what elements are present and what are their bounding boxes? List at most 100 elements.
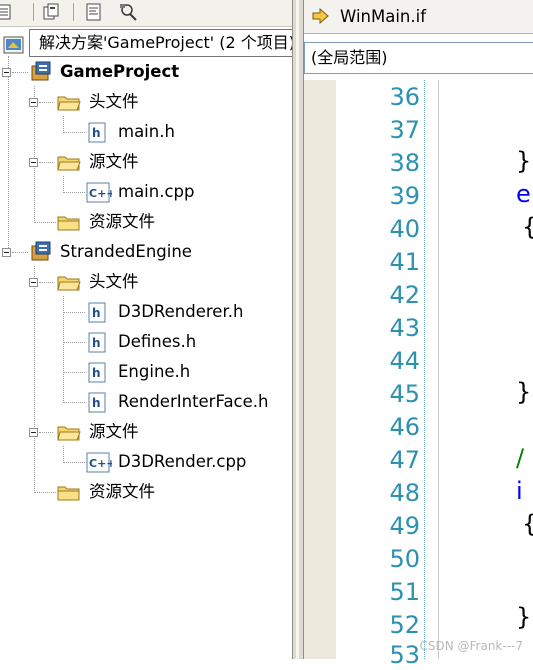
svg-text:h: h xyxy=(92,306,101,320)
svg-text:h: h xyxy=(92,366,101,380)
line-number: 47 xyxy=(389,446,420,474)
file-tab[interactable]: WinMain.if xyxy=(304,0,533,34)
code-text[interactable]: { xyxy=(522,509,533,539)
folder-name: 源文件 xyxy=(89,152,139,171)
solution-explorer-toolbar xyxy=(0,0,292,27)
tree-file-main-h[interactable]: h main.h xyxy=(0,117,292,147)
watermark: CSDN @Frank---7 xyxy=(419,639,523,653)
header-file-icon: h xyxy=(88,392,106,417)
line-number: 39 xyxy=(389,182,420,210)
file-name: D3DRender.cpp xyxy=(118,452,247,471)
line-number: 42 xyxy=(389,281,420,309)
svg-text:C++: C++ xyxy=(89,457,112,470)
folder-name: 源文件 xyxy=(89,422,139,441)
tree-item-gameproject[interactable]: GameProject xyxy=(0,57,292,87)
line-number: 41 xyxy=(389,248,420,276)
code-text[interactable]: / xyxy=(516,443,524,473)
header-file-icon: h xyxy=(88,332,106,357)
folder-icon xyxy=(57,94,81,115)
code-editor: WinMain.if (全局范围) 36 37 38 39 40 41 42 4… xyxy=(304,0,533,669)
tree-folder-source-files[interactable]: 源文件 xyxy=(0,417,292,447)
line-number: 44 xyxy=(389,347,420,375)
line-number: 45 xyxy=(389,380,420,408)
project-name: StrandedEngine xyxy=(60,242,192,261)
line-number: 52 xyxy=(389,611,420,639)
svg-text:h: h xyxy=(92,396,101,410)
folder-name: 资源文件 xyxy=(89,482,155,501)
tree-folder-resource-files[interactable]: 资源文件 xyxy=(0,207,292,237)
line-number: 48 xyxy=(389,479,420,507)
folder-icon xyxy=(57,424,81,445)
folder-icon xyxy=(57,484,81,505)
show-all-files-icon[interactable] xyxy=(42,2,62,22)
file-name: D3DRenderer.h xyxy=(118,302,244,321)
header-file-icon: h xyxy=(88,362,106,387)
folder-name: 头文件 xyxy=(89,272,139,291)
code-text[interactable]: { xyxy=(522,212,533,242)
header-file-icon: h xyxy=(88,302,106,327)
panel-splitter[interactable] xyxy=(292,0,304,659)
tree-folder-resource-files[interactable]: 资源文件 xyxy=(0,477,292,507)
arrow-right-icon xyxy=(312,7,330,25)
tree-file-engine-h[interactable]: h Engine.h xyxy=(0,357,292,387)
collapse-toggle[interactable] xyxy=(29,278,38,287)
code-text[interactable]: e xyxy=(516,179,531,209)
code-text[interactable]: } xyxy=(516,602,531,632)
folder-name: 资源文件 xyxy=(89,212,155,231)
view-code-icon[interactable] xyxy=(84,2,104,22)
svg-text:C++: C++ xyxy=(89,187,112,200)
code-text[interactable]: i xyxy=(516,476,523,506)
indicator-margin xyxy=(304,80,336,659)
folder-icon xyxy=(57,214,81,235)
solution-tooltip: 解决方案'GameProject' (2 个项目) xyxy=(29,29,292,57)
tree-file-main-cpp[interactable]: C++ main.cpp xyxy=(0,177,292,207)
project-icon xyxy=(30,241,52,266)
solution-icon xyxy=(3,35,25,55)
file-name: main.h xyxy=(118,122,175,141)
tree-file-renderinterface-h[interactable]: h RenderInterFace.h xyxy=(0,387,292,417)
folder-icon xyxy=(57,154,81,175)
tree-folder-source-files[interactable]: 源文件 xyxy=(0,147,292,177)
collapse-toggle[interactable] xyxy=(29,98,38,107)
folder-name: 头文件 xyxy=(89,92,139,111)
code-text[interactable]: } xyxy=(516,146,531,176)
class-view-icon[interactable] xyxy=(118,2,138,22)
tree-file-d3drender-cpp[interactable]: C++ D3DRender.cpp xyxy=(0,447,292,477)
collapse-toggle[interactable] xyxy=(2,248,11,257)
tree-item-strandedengine[interactable]: StrandedEngine xyxy=(0,237,292,267)
line-number: 50 xyxy=(389,545,420,573)
code-text[interactable]: } xyxy=(516,377,531,407)
collapse-toggle[interactable] xyxy=(2,68,11,77)
scope-label: (全局范围) xyxy=(311,48,388,67)
code-outline-margin xyxy=(438,80,439,659)
collapse-toggle[interactable] xyxy=(29,428,38,437)
project-icon xyxy=(30,61,52,86)
file-name: Defines.h xyxy=(118,332,197,351)
line-number: 46 xyxy=(389,413,420,441)
line-number: 49 xyxy=(389,512,420,540)
line-number: 51 xyxy=(389,578,420,606)
solution-explorer: 解决方案'GameProject' (2 个项目) GameProject 头文… xyxy=(0,0,292,659)
scope-dropdown[interactable]: (全局范围) xyxy=(304,42,533,74)
tree-file-d3drenderer-h[interactable]: h D3DRenderer.h xyxy=(0,297,292,327)
cpp-file-icon: C++ xyxy=(86,452,116,477)
line-number: 40 xyxy=(389,215,420,243)
header-file-icon: h xyxy=(88,122,106,147)
line-number: 36 xyxy=(389,83,420,111)
collapse-toggle[interactable] xyxy=(29,158,38,167)
tree-file-defines-h[interactable]: h Defines.h xyxy=(0,327,292,357)
file-name: main.cpp xyxy=(118,182,195,201)
file-name: RenderInterFace.h xyxy=(118,392,269,411)
tree-folder-header-files[interactable]: 头文件 xyxy=(0,87,292,117)
properties-icon[interactable] xyxy=(0,2,14,22)
file-name: Engine.h xyxy=(118,362,191,381)
line-number: 43 xyxy=(389,314,420,342)
toolbar-separator xyxy=(73,3,74,21)
line-number: 37 xyxy=(389,116,420,144)
tree-folder-header-files[interactable]: 头文件 xyxy=(0,267,292,297)
svg-text:h: h xyxy=(92,126,101,140)
toolbar-separator xyxy=(33,3,34,21)
folder-icon xyxy=(57,274,81,295)
cpp-file-icon: C++ xyxy=(86,182,116,207)
line-number-separator xyxy=(424,80,425,659)
